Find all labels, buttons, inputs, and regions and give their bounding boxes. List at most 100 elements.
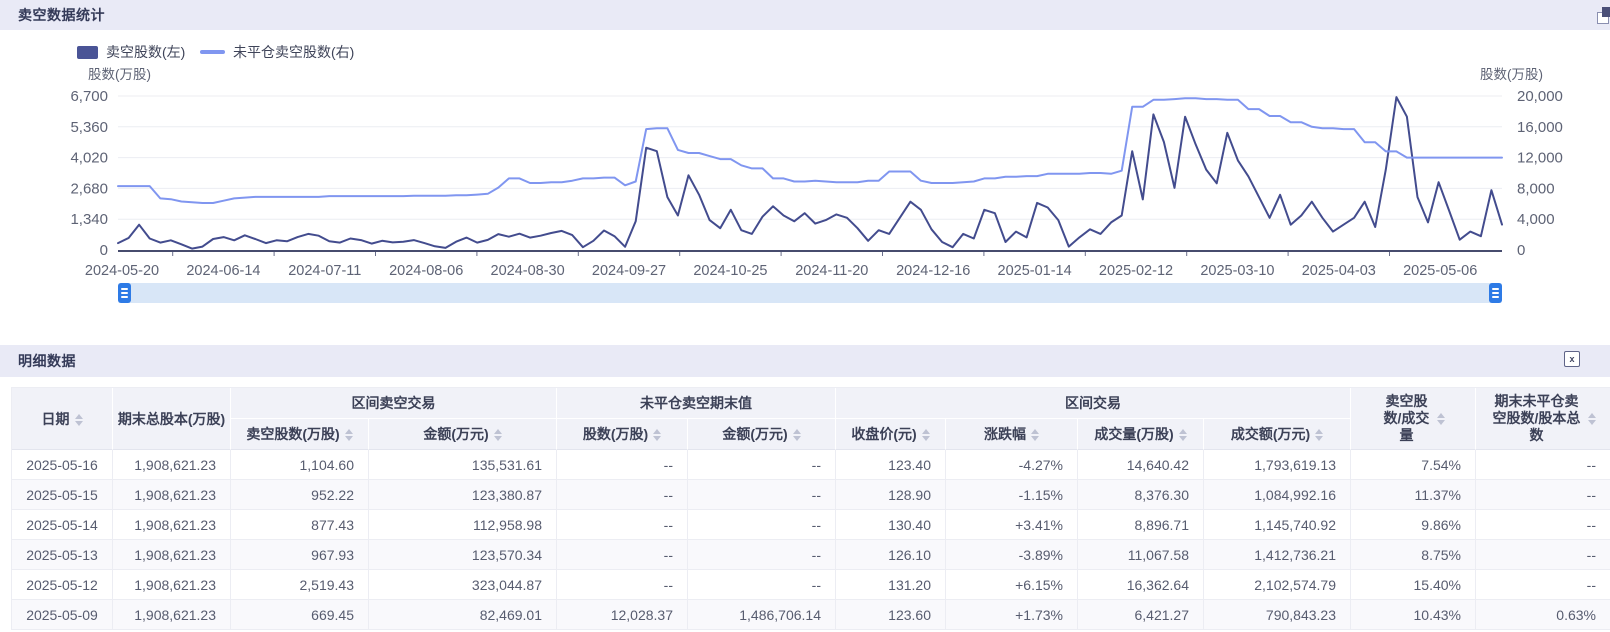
cell-volume: 6,421.27 bbox=[1078, 600, 1204, 630]
table-header-group-row: 日期 期末总股本(万股) 区间卖空交易 未平仓卖空期末值 区间交易 卖空股数/成… bbox=[12, 388, 1610, 419]
cell-total_share_capital: 1,908,621.23 bbox=[113, 570, 231, 600]
short-data-panel-header: 卖空数据统计 bbox=[0, 0, 1610, 30]
detail-section-title: 明细数据 bbox=[0, 351, 76, 371]
col-header-short-amount[interactable]: 金额(万元) bbox=[369, 419, 557, 450]
sort-caret-icon bbox=[793, 429, 801, 441]
svg-text:6,700: 6,700 bbox=[70, 88, 108, 105]
cell-open_amount: -- bbox=[688, 540, 836, 570]
col-header-turnover[interactable]: 成交额(万元) bbox=[1204, 419, 1351, 450]
col-header-open-to-capital[interactable]: 期末未平仓卖空股数/股本总数 bbox=[1476, 388, 1610, 450]
cell-short_shares: 1,104.60 bbox=[231, 450, 369, 480]
table-row[interactable]: 2025-05-141,908,621.23877.43112,958.98--… bbox=[12, 510, 1610, 540]
sort-caret-icon bbox=[1179, 429, 1187, 441]
svg-text:1,340: 1,340 bbox=[70, 211, 108, 228]
datazoom-handle-left[interactable] bbox=[118, 283, 131, 303]
svg-text:12,000: 12,000 bbox=[1517, 150, 1563, 167]
svg-text:2025-04-03: 2025-04-03 bbox=[1302, 263, 1376, 279]
legend-bar-swatch bbox=[77, 46, 98, 59]
col-header-open-shares[interactable]: 股数(万股) bbox=[557, 419, 688, 450]
legend-item-short-shares[interactable]: 卖空股数(左) bbox=[77, 42, 185, 62]
cell-volume: 8,896.71 bbox=[1078, 510, 1204, 540]
svg-text:2025-01-14: 2025-01-14 bbox=[998, 263, 1072, 279]
svg-text:2024-09-27: 2024-09-27 bbox=[592, 263, 666, 279]
col-header-total-capital: 期末总股本(万股) bbox=[113, 388, 231, 450]
group-header-short-trading: 区间卖空交易 bbox=[231, 388, 557, 419]
cell-date: 2025-05-12 bbox=[12, 570, 113, 600]
cell-open_shares: -- bbox=[557, 570, 688, 600]
cell-close: 123.60 bbox=[836, 600, 946, 630]
cell-change: +1.73% bbox=[946, 600, 1078, 630]
svg-text:2024-10-25: 2024-10-25 bbox=[693, 263, 767, 279]
legend-line-swatch bbox=[200, 50, 225, 54]
cell-turnover: 1,084,992.16 bbox=[1204, 480, 1351, 510]
cell-volume: 16,362.64 bbox=[1078, 570, 1204, 600]
cell-date: 2025-05-16 bbox=[12, 450, 113, 480]
sort-caret-icon bbox=[494, 429, 502, 441]
cell-short_amount: 82,469.01 bbox=[369, 600, 557, 630]
cell-open_shares: -- bbox=[557, 510, 688, 540]
table-row[interactable]: 2025-05-161,908,621.231,104.60135,531.61… bbox=[12, 450, 1610, 480]
cell-change: -1.15% bbox=[946, 480, 1078, 510]
table-row[interactable]: 2025-05-091,908,621.23669.4582,469.0112,… bbox=[12, 600, 1610, 630]
col-header-close-price[interactable]: 收盘价(元) bbox=[836, 419, 946, 450]
cell-change: +6.15% bbox=[946, 570, 1078, 600]
col-header-change[interactable]: 涨跌幅 bbox=[946, 419, 1078, 450]
svg-text:2025-05-06: 2025-05-06 bbox=[1403, 263, 1477, 279]
sort-caret-icon bbox=[345, 429, 353, 441]
sort-caret-icon bbox=[75, 414, 83, 426]
cell-open_shares: -- bbox=[557, 540, 688, 570]
datazoom-handle-right[interactable] bbox=[1489, 283, 1502, 303]
col-header-open-amount[interactable]: 金额(万元) bbox=[688, 419, 836, 450]
cell-short_amount: 123,570.34 bbox=[369, 540, 557, 570]
cell-short_to_volume: 7.54% bbox=[1351, 450, 1476, 480]
legend-label: 未平仓卖空股数(右) bbox=[233, 42, 354, 62]
col-header-short-to-volume[interactable]: 卖空股数/成交量 bbox=[1351, 388, 1476, 450]
cell-open_to_capital: 0.63% bbox=[1476, 600, 1610, 630]
svg-text:8,000: 8,000 bbox=[1517, 180, 1555, 197]
cell-open_shares: 12,028.37 bbox=[557, 600, 688, 630]
group-header-range-trading: 区间交易 bbox=[836, 388, 1351, 419]
cell-date: 2025-05-14 bbox=[12, 510, 113, 540]
cell-date: 2025-05-13 bbox=[12, 540, 113, 570]
cell-short_to_volume: 8.75% bbox=[1351, 540, 1476, 570]
svg-text:2,680: 2,680 bbox=[70, 180, 108, 197]
cell-date: 2025-05-15 bbox=[12, 480, 113, 510]
table-row[interactable]: 2025-05-121,908,621.232,519.43323,044.87… bbox=[12, 570, 1610, 600]
cell-volume: 8,376.30 bbox=[1078, 480, 1204, 510]
cell-turnover: 1,412,736.21 bbox=[1204, 540, 1351, 570]
datazoom-slider[interactable] bbox=[118, 283, 1502, 303]
cell-turnover: 2,102,574.79 bbox=[1204, 570, 1351, 600]
cell-open_to_capital: -- bbox=[1476, 450, 1610, 480]
cell-short_shares: 952.22 bbox=[231, 480, 369, 510]
cell-open_shares: -- bbox=[557, 450, 688, 480]
cell-change: -3.89% bbox=[946, 540, 1078, 570]
sort-caret-icon bbox=[1315, 429, 1323, 441]
export-icon[interactable] bbox=[1597, 7, 1610, 23]
table-row[interactable]: 2025-05-151,908,621.23952.22123,380.87--… bbox=[12, 480, 1610, 510]
cell-open_to_capital: -- bbox=[1476, 480, 1610, 510]
sort-caret-icon bbox=[1437, 413, 1445, 425]
cell-short_amount: 123,380.87 bbox=[369, 480, 557, 510]
col-header-short-shares[interactable]: 卖空股数(万股) bbox=[231, 419, 369, 450]
cell-short_shares: 967.93 bbox=[231, 540, 369, 570]
cell-close: 128.90 bbox=[836, 480, 946, 510]
cell-short_amount: 135,531.61 bbox=[369, 450, 557, 480]
cell-total_share_capital: 1,908,621.23 bbox=[113, 450, 231, 480]
cell-short_amount: 112,958.98 bbox=[369, 510, 557, 540]
col-header-volume[interactable]: 成交量(万股) bbox=[1078, 419, 1204, 450]
table-row[interactable]: 2025-05-131,908,621.23967.93123,570.34--… bbox=[12, 540, 1610, 570]
svg-text:2024-12-16: 2024-12-16 bbox=[896, 263, 970, 279]
cell-open_amount: -- bbox=[688, 570, 836, 600]
svg-text:2025-02-12: 2025-02-12 bbox=[1099, 263, 1173, 279]
col-header-date[interactable]: 日期 bbox=[12, 388, 113, 450]
cell-turnover: 790,843.23 bbox=[1204, 600, 1351, 630]
svg-text:4,000: 4,000 bbox=[1517, 211, 1555, 228]
excel-export-icon[interactable]: x bbox=[1564, 351, 1580, 367]
cell-close: 130.40 bbox=[836, 510, 946, 540]
legend-item-open-short-shares[interactable]: 未平仓卖空股数(右) bbox=[200, 42, 354, 62]
short-selling-line-chart: 6,70020,0005,36016,0004,02012,0002,6808,… bbox=[0, 60, 1610, 290]
svg-text:2024-08-06: 2024-08-06 bbox=[389, 263, 463, 279]
sort-caret-icon bbox=[922, 429, 930, 441]
cell-short_shares: 877.43 bbox=[231, 510, 369, 540]
cell-volume: 11,067.58 bbox=[1078, 540, 1204, 570]
